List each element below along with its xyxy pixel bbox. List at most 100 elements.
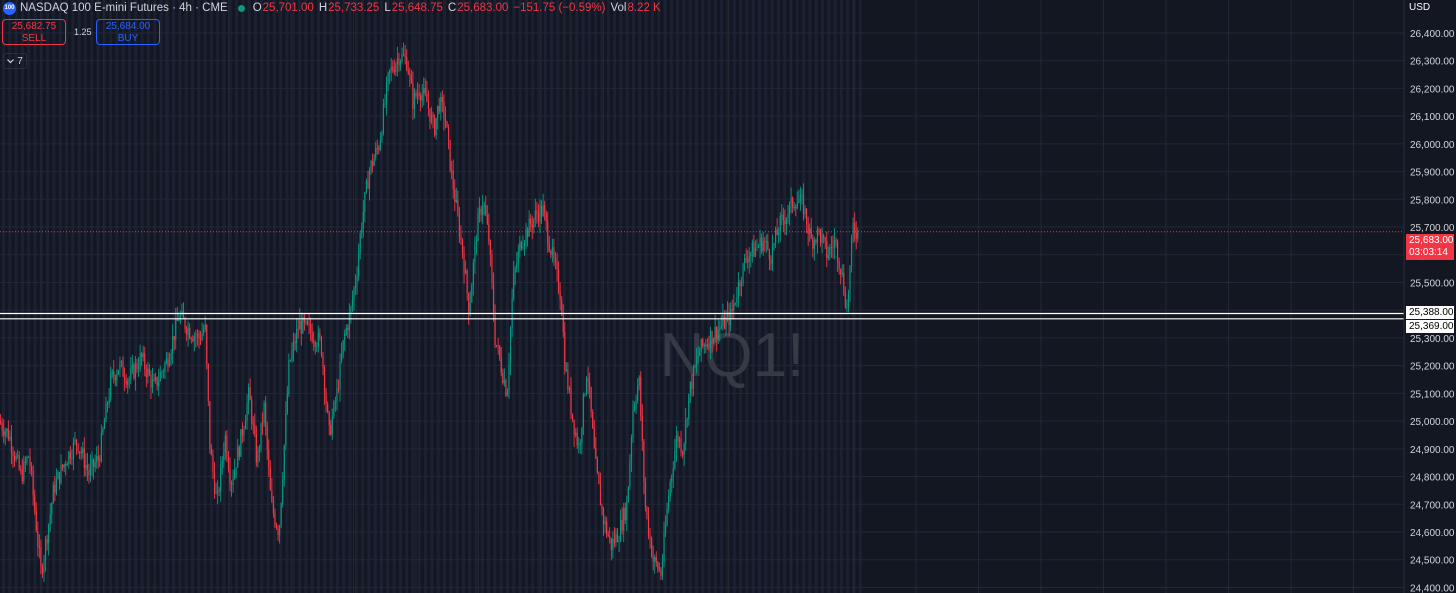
candle-up xyxy=(368,170,371,189)
candle-up xyxy=(162,371,164,373)
candle-up xyxy=(71,458,73,460)
candle-down xyxy=(838,261,840,269)
candle-down xyxy=(319,332,321,338)
candle-down xyxy=(776,229,778,236)
candle-up xyxy=(654,557,656,562)
candle-down xyxy=(268,449,270,468)
currency-label[interactable]: USD xyxy=(1406,0,1456,15)
candle-down xyxy=(195,336,197,338)
candle-down xyxy=(190,338,192,340)
candle-up xyxy=(215,492,217,494)
candle-down xyxy=(606,521,608,535)
y-tick-label: 26,200.00 xyxy=(1410,84,1455,95)
candle-down xyxy=(141,353,143,358)
candle-up xyxy=(334,401,336,403)
candle-up xyxy=(799,194,801,202)
candle-down xyxy=(261,422,264,424)
indicators-toggle-button[interactable]: 7 xyxy=(3,53,27,69)
candle-up xyxy=(734,302,736,304)
candle-up xyxy=(279,525,281,535)
candle-down xyxy=(347,327,349,331)
candle-down xyxy=(447,127,450,141)
candle-down xyxy=(410,75,412,84)
candle-up xyxy=(833,239,836,248)
symbol-title[interactable]: NASDAQ 100 E-mini Futures · 4h · CME xyxy=(20,2,228,14)
candle-down xyxy=(592,411,594,429)
candle-down xyxy=(460,236,462,240)
candle-down xyxy=(691,381,693,389)
price-chart[interactable]: NQ1! 24,400.00 24,500.00 24,600.00 24,700.0… xyxy=(0,0,1456,593)
candle-down xyxy=(80,451,82,454)
candle-up xyxy=(117,370,119,375)
candle-down xyxy=(206,325,208,364)
candle-down xyxy=(562,315,564,333)
candle-down xyxy=(277,528,279,535)
sell-button[interactable]: 25,682.75 SELL xyxy=(2,19,66,45)
hline-label-upper[interactable]: 25,388.00 xyxy=(1406,305,1454,319)
y-tick-label: 24,900.00 xyxy=(1410,445,1455,456)
candle-up xyxy=(629,460,631,487)
candle-down xyxy=(782,215,784,221)
candle-down xyxy=(792,197,794,209)
spread-value: 1.25 xyxy=(74,27,92,37)
candle-up xyxy=(44,539,47,560)
candle-down xyxy=(409,73,411,76)
candle-up xyxy=(796,203,798,209)
candle-up xyxy=(788,203,791,215)
candle-up xyxy=(508,363,510,393)
candle-down xyxy=(832,247,834,248)
candle-down xyxy=(466,270,468,294)
candle-up xyxy=(773,243,775,246)
candle-down xyxy=(31,466,33,471)
candle-down xyxy=(593,428,595,448)
candle-down xyxy=(227,457,230,470)
candle-up xyxy=(686,419,688,421)
candle-up xyxy=(387,73,389,83)
candle-up xyxy=(342,340,344,354)
low-value: 25,648.75 xyxy=(391,2,443,14)
candle-up xyxy=(375,147,377,158)
candle-down xyxy=(702,339,704,346)
y-tick-label: 26,000.00 xyxy=(1410,140,1455,151)
candle-down xyxy=(652,556,654,562)
candle-up xyxy=(618,541,620,543)
candle-up xyxy=(781,215,783,217)
candle-up xyxy=(413,92,416,109)
candle-down xyxy=(254,424,256,435)
y-tick-label: 24,800.00 xyxy=(1410,473,1455,484)
candle-up xyxy=(344,333,346,341)
candle-down xyxy=(199,338,202,340)
candle-down xyxy=(79,451,81,453)
candle-up xyxy=(96,456,98,463)
y-tick-label: 25,500.00 xyxy=(1410,278,1455,289)
candle-up xyxy=(638,376,640,386)
candle-up xyxy=(187,327,189,335)
candle-up xyxy=(514,268,516,273)
candle-down xyxy=(372,161,374,166)
nasdaq-logo-icon[interactable]: 100 xyxy=(3,1,16,15)
candle-down xyxy=(13,456,16,461)
candle-up xyxy=(161,372,163,373)
candle-down xyxy=(125,380,127,385)
candle-up xyxy=(816,228,819,243)
candle-up xyxy=(348,312,350,331)
candle-up xyxy=(483,204,485,206)
candle-down xyxy=(150,374,152,388)
candle-up xyxy=(509,328,512,364)
candle-down xyxy=(54,484,56,493)
candle-down xyxy=(795,207,797,209)
candle-up xyxy=(688,394,690,420)
candle-up xyxy=(291,350,293,361)
candle-up xyxy=(381,133,383,140)
candle-up xyxy=(139,353,141,369)
buy-button[interactable]: 25,684.00 BUY xyxy=(96,19,160,45)
hline-label-lower[interactable]: 25,369.00 xyxy=(1406,319,1454,333)
candle-down xyxy=(826,241,828,259)
candle-down xyxy=(815,239,817,243)
candle-up xyxy=(762,241,764,252)
candle-down xyxy=(367,180,369,189)
candle-up xyxy=(384,103,386,105)
y-tick-label: 26,400.00 xyxy=(1410,29,1455,40)
candle-up xyxy=(703,344,705,346)
candle-down xyxy=(294,341,296,344)
